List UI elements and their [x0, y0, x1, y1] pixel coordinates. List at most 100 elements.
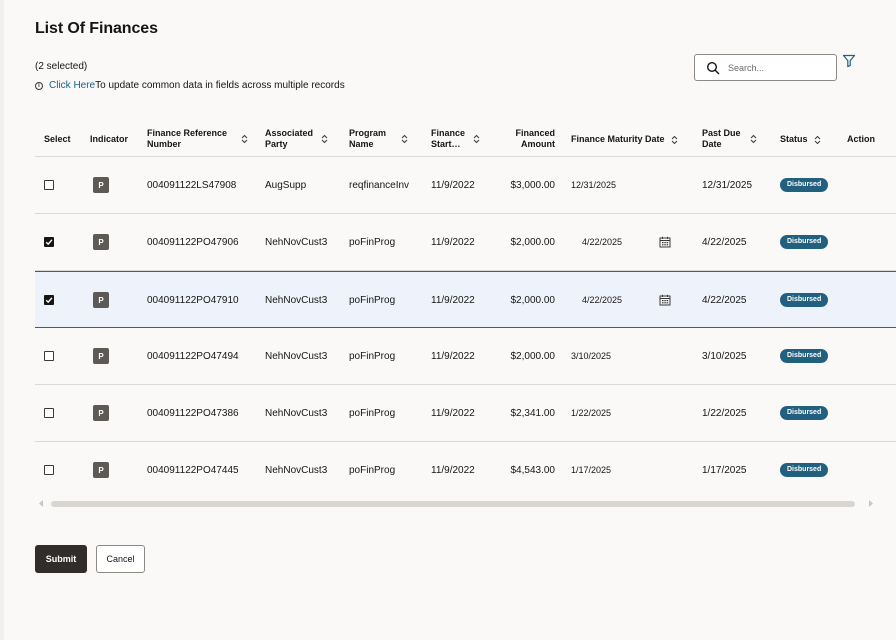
status-badge: Disbursed: [780, 235, 829, 249]
sort-icon[interactable]: [321, 134, 328, 144]
status-cell: Disbursed: [780, 385, 829, 441]
col-ref[interactable]: Finance Reference Number: [147, 128, 248, 150]
scrollbar-thumb[interactable]: [51, 501, 855, 507]
horizontal-scrollbar[interactable]: [35, 498, 880, 509]
search-input[interactable]: [728, 62, 828, 73]
status-cell: Disbursed: [780, 157, 829, 213]
search-box[interactable]: [694, 54, 837, 81]
table-row[interactable]: P 004091122PO47906 NehNovCust3 poFinProg 11/…: [35, 214, 896, 271]
amount-cell: $2,341.00: [510, 407, 556, 419]
amount-cell: $2,000.00: [510, 236, 556, 248]
select-cell: [44, 157, 54, 213]
status-badge: Disbursed: [780, 406, 829, 420]
maturity-date-cell: 1/22/2025: [571, 408, 612, 418]
col-party-label: Associated Party: [265, 128, 314, 149]
table-row[interactable]: P 004091122PO47445 NehNovCust3 poFinProg 11/…: [35, 442, 896, 498]
table-row[interactable]: P 004091122LS47908 AugSupp reqfinanceInv 11/…: [35, 157, 896, 214]
ref-cell: 004091122LS47908: [147, 179, 237, 191]
ref-cell: 004091122PO47494: [147, 350, 239, 362]
ref-cell: 004091122PO47910: [147, 294, 239, 306]
program-cell: poFinProg: [349, 294, 396, 306]
row-checkbox[interactable]: [44, 237, 54, 247]
col-program[interactable]: Program Name: [349, 128, 408, 150]
col-start[interactable]: Finance Start…: [431, 128, 480, 150]
sort-icon[interactable]: [473, 134, 480, 144]
amount-cell: $3,000.00: [510, 179, 556, 191]
scroll-right-icon[interactable]: [867, 499, 875, 508]
col-amount-label: Financed Amount: [515, 128, 555, 149]
table-row[interactable]: P 004091122PO47910 NehNovCust3 poFinProg 11/…: [35, 271, 896, 328]
indicator-cell: P: [93, 442, 109, 498]
calendar-icon[interactable]: [659, 294, 671, 306]
row-checkbox[interactable]: [44, 351, 54, 361]
indicator-badge: P: [93, 405, 109, 421]
submit-button[interactable]: Submit: [35, 545, 87, 573]
col-select: Select: [44, 134, 71, 145]
maturity-date-cell: 1/17/2025: [571, 465, 612, 475]
ref-cell: 004091122PO47445: [147, 464, 239, 476]
col-action-label: Action: [847, 134, 875, 144]
status-badge: Disbursed: [780, 178, 829, 192]
row-checkbox[interactable]: [44, 180, 54, 190]
status-cell: Disbursed: [780, 328, 829, 384]
select-cell: [44, 328, 54, 384]
party-cell: AugSupp: [265, 179, 307, 191]
maturity-date-input[interactable]: 4/22/2025: [582, 214, 622, 270]
past-due-cell: 1/17/2025: [702, 464, 747, 476]
scroll-left-icon[interactable]: [37, 499, 45, 508]
start-date-cell: 11/9/2022: [431, 464, 475, 476]
status-badge: Disbursed: [780, 293, 829, 307]
indicator-cell: P: [93, 157, 109, 213]
col-indicator: Indicator: [90, 134, 128, 145]
click-here-link[interactable]: Click Here: [49, 80, 95, 91]
start-date-cell: 11/9/2022: [431, 179, 475, 191]
indicator-badge: P: [93, 177, 109, 193]
row-checkbox[interactable]: [44, 295, 54, 305]
col-program-label: Program Name: [349, 128, 387, 149]
col-status[interactable]: Status: [780, 134, 821, 145]
maturity-date-cell: 12/31/2025: [571, 180, 617, 190]
table-row[interactable]: P 004091122PO47494 NehNovCust3 poFinProg 11/…: [35, 328, 896, 385]
table-row[interactable]: P 004091122PO47386 NehNovCust3 poFinProg 11/…: [35, 385, 896, 442]
status-badge: Disbursed: [780, 349, 829, 363]
row-checkbox[interactable]: [44, 465, 54, 475]
past-due-cell: 4/22/2025: [702, 236, 747, 248]
past-due-cell: 4/22/2025: [702, 294, 747, 306]
maturity-date-input[interactable]: 4/22/2025: [582, 272, 622, 328]
sort-icon[interactable]: [671, 135, 678, 145]
program-cell: poFinProg: [349, 464, 396, 476]
indicator-badge: P: [93, 292, 109, 308]
maturity-date-cell: 3/10/2025: [571, 351, 612, 361]
past-due-cell: 12/31/2025: [702, 179, 753, 191]
page-title: List Of Finances: [35, 20, 158, 37]
col-indicator-label: Indicator: [90, 134, 129, 144]
start-date-cell: 11/9/2022: [431, 294, 475, 306]
col-amount: Financed Amount: [509, 128, 555, 150]
col-party[interactable]: Associated Party: [265, 128, 328, 150]
amount-cell: $2,000.00: [510, 294, 556, 306]
start-date-cell: 11/9/2022: [431, 407, 475, 419]
calendar-icon[interactable]: [659, 236, 671, 248]
col-maturity[interactable]: Finance Maturity Date: [571, 134, 678, 145]
sort-icon[interactable]: [401, 134, 408, 144]
row-checkbox[interactable]: [44, 408, 54, 418]
col-pastdue[interactable]: Past Due Date: [702, 128, 757, 150]
col-start-label: Finance Start…: [431, 128, 466, 149]
filter-icon[interactable]: [842, 54, 856, 68]
indicator-cell: P: [93, 272, 109, 328]
col-ref-label: Finance Reference Number: [147, 128, 228, 149]
program-cell: poFinProg: [349, 236, 396, 248]
finances-table: Select Indicator Finance Reference Numbe…: [35, 122, 896, 498]
info-icon: i: [35, 81, 43, 90]
page: List Of Finances (2 selected) i Click He…: [4, 0, 896, 640]
cancel-button[interactable]: Cancel: [96, 545, 145, 573]
info-row: i Click Here To update common data in fi…: [35, 80, 345, 91]
status-cell: Disbursed: [780, 214, 829, 270]
info-text: To update common data in fields across m…: [95, 80, 345, 91]
program-cell: poFinProg: [349, 407, 396, 419]
status-badge: Disbursed: [780, 463, 829, 477]
sort-icon[interactable]: [241, 134, 248, 144]
sort-icon[interactable]: [814, 135, 821, 145]
sort-icon[interactable]: [750, 134, 757, 144]
calendar-icon-wrap: [659, 214, 671, 270]
